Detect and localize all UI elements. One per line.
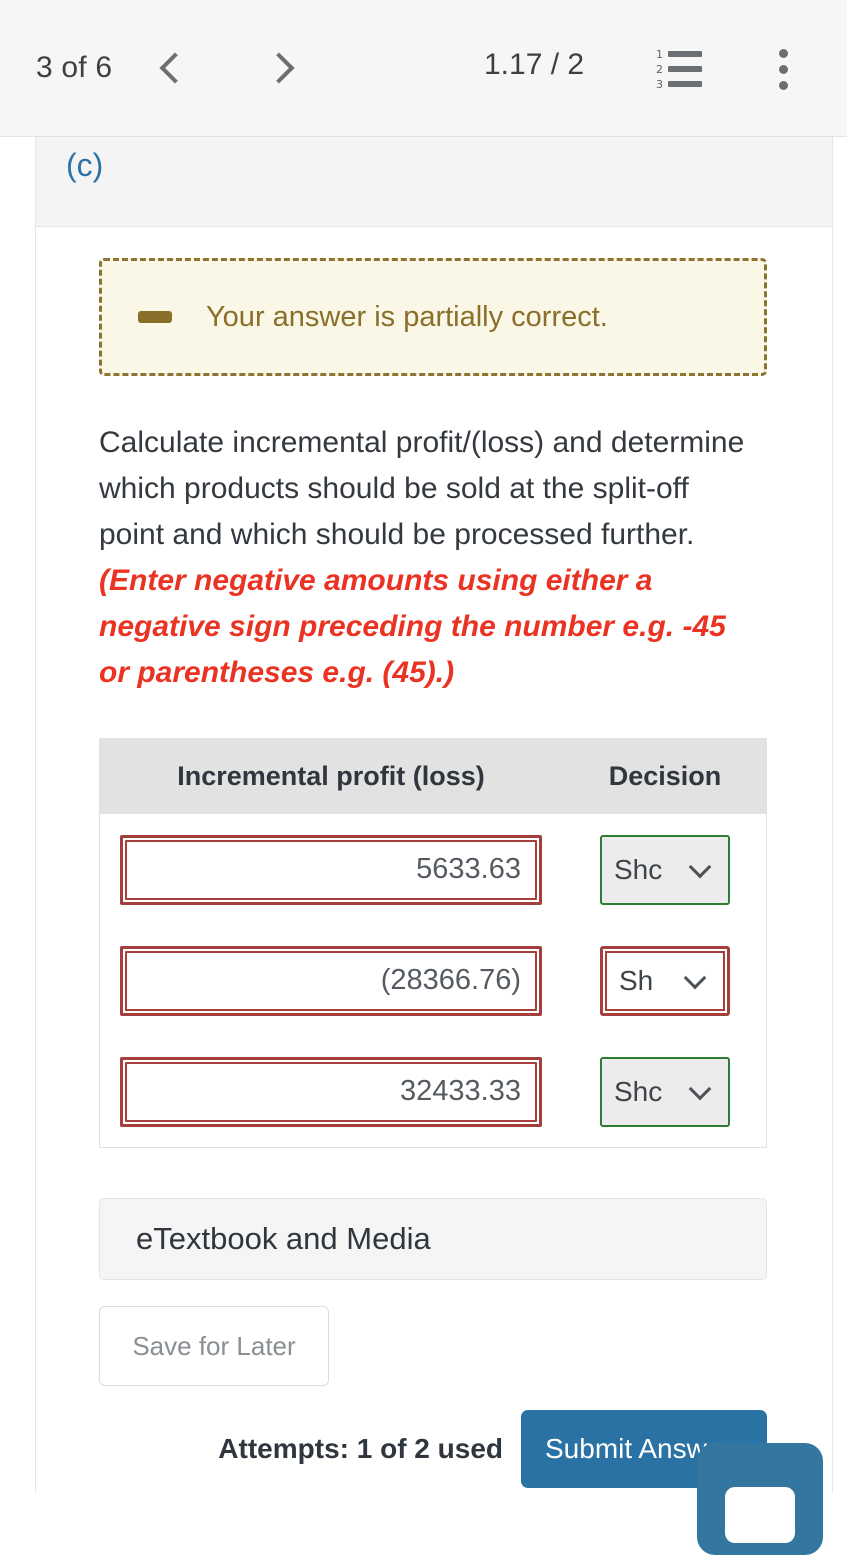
list-number-2: 2: [656, 62, 663, 76]
decision-select[interactable]: Sh: [600, 945, 730, 1016]
incremental-profit-input[interactable]: 32433.33: [120, 1056, 542, 1127]
decision-cell: Sh: [562, 945, 766, 1016]
amount-cell: 32433.33: [100, 1056, 562, 1127]
table-row: ) (28366.76) Sh: [100, 925, 766, 1036]
list-number-1: 1: [656, 47, 663, 61]
chevron-left-icon: [159, 52, 191, 84]
decision-cell: Shc: [562, 1056, 766, 1127]
incremental-profit-value: 32433.33: [125, 1061, 537, 1122]
document-page: (c) Your answer is partially correct. Ca…: [35, 137, 833, 1493]
question-body: Calculate incremental profit/(loss) and …: [99, 426, 745, 551]
etextbook-and-media-panel[interactable]: eTextbook and Media: [99, 1198, 767, 1280]
list-bar-1: [668, 51, 702, 57]
question-hint: (Enter negative amounts using either a n…: [99, 564, 726, 689]
page-body: Your answer is partially correct. Calcul…: [36, 258, 832, 1488]
kebab-dot: [778, 48, 788, 58]
list-bar-2: [668, 66, 702, 72]
list-number-3: 3: [656, 77, 663, 91]
answer-table: Incremental profit (loss) Decision ) 563…: [99, 738, 767, 1148]
status-alert-text: Your answer is partially correct.: [206, 300, 608, 333]
list-bar-3: [668, 81, 702, 87]
decision-cell: Shc: [562, 834, 766, 905]
chevron-down-icon: [688, 855, 712, 878]
floating-action-button-glyph: [725, 1487, 795, 1543]
table-header-row: Incremental profit (loss) Decision: [100, 738, 766, 814]
document-viewport: (c) Your answer is partially correct. Ca…: [0, 137, 847, 1493]
table-row: ) 5633.63 Shc: [100, 814, 766, 925]
incremental-profit-value: (28366.76): [125, 950, 537, 1011]
decision-select-inner: Sh: [605, 950, 725, 1011]
chevron-right-icon: [263, 52, 295, 84]
decision-select-value: Shc: [614, 1075, 663, 1107]
table-row: ) 32433.33 Shc: [100, 1036, 766, 1147]
save-for-later-label: Save for Later: [132, 1330, 296, 1361]
incremental-profit-input[interactable]: 5633.63: [120, 834, 542, 905]
zoom-level-indicator: 1.17 / 2: [484, 48, 585, 81]
kebab-dot: [778, 80, 788, 90]
pdf-viewer-toolbar: 3 of 6 1.17 / 2 1 2 3: [0, 0, 847, 137]
decision-select-value: Sh: [619, 964, 654, 996]
section-label: (c): [66, 147, 104, 183]
amount-cell: (28366.76): [100, 945, 562, 1016]
submit-row: Attempts: 1 of 2 used Submit Answer: [99, 1410, 767, 1488]
section-header-band: (c): [36, 137, 832, 227]
chevron-down-icon: [683, 966, 707, 989]
amount-cell: 5633.63: [100, 834, 562, 905]
chevron-down-icon: [688, 1077, 712, 1100]
decision-select-value: Shc: [614, 853, 663, 885]
decision-select[interactable]: Shc: [600, 834, 730, 905]
page-indicator: 3 of 6: [36, 51, 113, 84]
column-header-amount: Incremental profit (loss): [177, 760, 485, 791]
column-header-decision: Decision: [608, 760, 722, 791]
attempts-counter: Attempts: 1 of 2 used: [218, 1433, 503, 1464]
incremental-profit-input[interactable]: (28366.76): [120, 945, 542, 1016]
next-page-button[interactable]: [254, 40, 310, 96]
incremental-profit-value: 5633.63: [125, 839, 537, 900]
decision-select[interactable]: Shc: [600, 1056, 730, 1127]
kebab-dot: [778, 64, 788, 74]
question-prompt: Calculate incremental profit/(loss) and …: [99, 420, 759, 696]
save-for-later-button[interactable]: Save for Later: [99, 1306, 329, 1386]
kebab-menu-icon[interactable]: [766, 44, 800, 94]
floating-action-button[interactable]: [697, 1443, 823, 1555]
numbered-list-icon[interactable]: 1 2 3: [656, 48, 710, 90]
previous-page-button[interactable]: [144, 40, 200, 96]
minus-icon: [138, 311, 172, 323]
status-alert: Your answer is partially correct.: [99, 258, 767, 376]
etextbook-and-media-label: eTextbook and Media: [136, 1221, 431, 1256]
